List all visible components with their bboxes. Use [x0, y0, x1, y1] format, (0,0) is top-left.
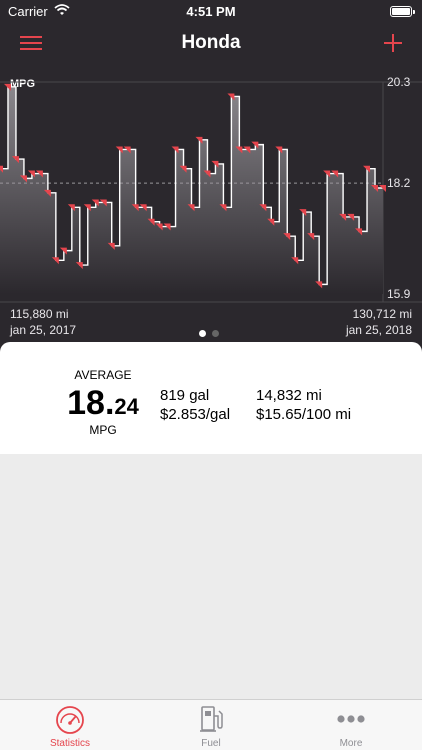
start-date: jan 25, 2017 — [10, 323, 77, 337]
price-per-gallon: $2.853/gal — [160, 406, 231, 423]
total-gallons: 819 gal — [160, 387, 210, 404]
y-tick-label: 18.2 — [387, 176, 411, 190]
range-start: 115,880 mi jan 25, 2017 — [10, 306, 76, 338]
mpg-chart[interactable]: 20.3 18.2 15.9 — [0, 72, 422, 312]
end-date: jan 25, 2018 — [345, 323, 412, 337]
y-tick-label: 20.3 — [387, 75, 411, 89]
page-indicator[interactable] — [199, 324, 225, 342]
average-dec: 24 — [114, 394, 139, 419]
status-bar: Carrier 4:51 PM — [0, 0, 422, 22]
mpg-chart-svg: 20.3 18.2 15.9 — [0, 75, 422, 303]
page-dot-1[interactable] — [199, 330, 206, 337]
page-title: Honda — [181, 32, 241, 53]
tab-more[interactable]: More — [281, 700, 421, 750]
page-dot-2[interactable] — [212, 330, 219, 337]
tab-label-fuel: Fuel — [201, 738, 221, 749]
start-odometer: 115,880 mi — [10, 307, 69, 321]
tab-fuel[interactable]: Fuel — [141, 700, 281, 750]
total-distance: 14,832 mi — [256, 387, 322, 404]
tab-label-more: More — [339, 738, 363, 749]
cost-per-100mi: $15.65/100 mi — [256, 406, 352, 423]
distance-stats: 14,832 mi $15.65/100 mi — [256, 386, 351, 424]
end-odometer: 130,712 mi — [352, 307, 412, 321]
tab-label-statistics: Statistics — [49, 738, 90, 749]
add-entry-button[interactable] — [382, 32, 404, 54]
more-dots-icon — [337, 715, 365, 723]
fuel-stats: 819 gal $2.853/gal — [160, 386, 230, 424]
fuel-pump-icon — [200, 706, 223, 732]
range-end: 130,712 mi jan 25, 2018 — [346, 306, 412, 338]
average-value: 18.24 — [58, 384, 148, 423]
tab-statistics[interactable]: Statistics — [0, 700, 140, 750]
y-tick-label: 15.9 — [387, 287, 411, 301]
gauge-icon — [56, 706, 84, 734]
tab-bar: Statistics Fuel More — [0, 699, 422, 750]
average-block: AVERAGE 18.24 MPG — [58, 368, 148, 437]
status-time: 4:51 PM — [186, 4, 236, 19]
average-int: 18. — [67, 384, 115, 422]
battery-icon — [390, 6, 415, 17]
average-unit: MPG — [89, 423, 117, 437]
summary-card: AVERAGE 18.24 MPG 819 gal $2.853/gal 14,… — [0, 342, 422, 454]
average-label: AVERAGE — [74, 368, 132, 382]
navigation-bar: Honda — [0, 22, 422, 66]
